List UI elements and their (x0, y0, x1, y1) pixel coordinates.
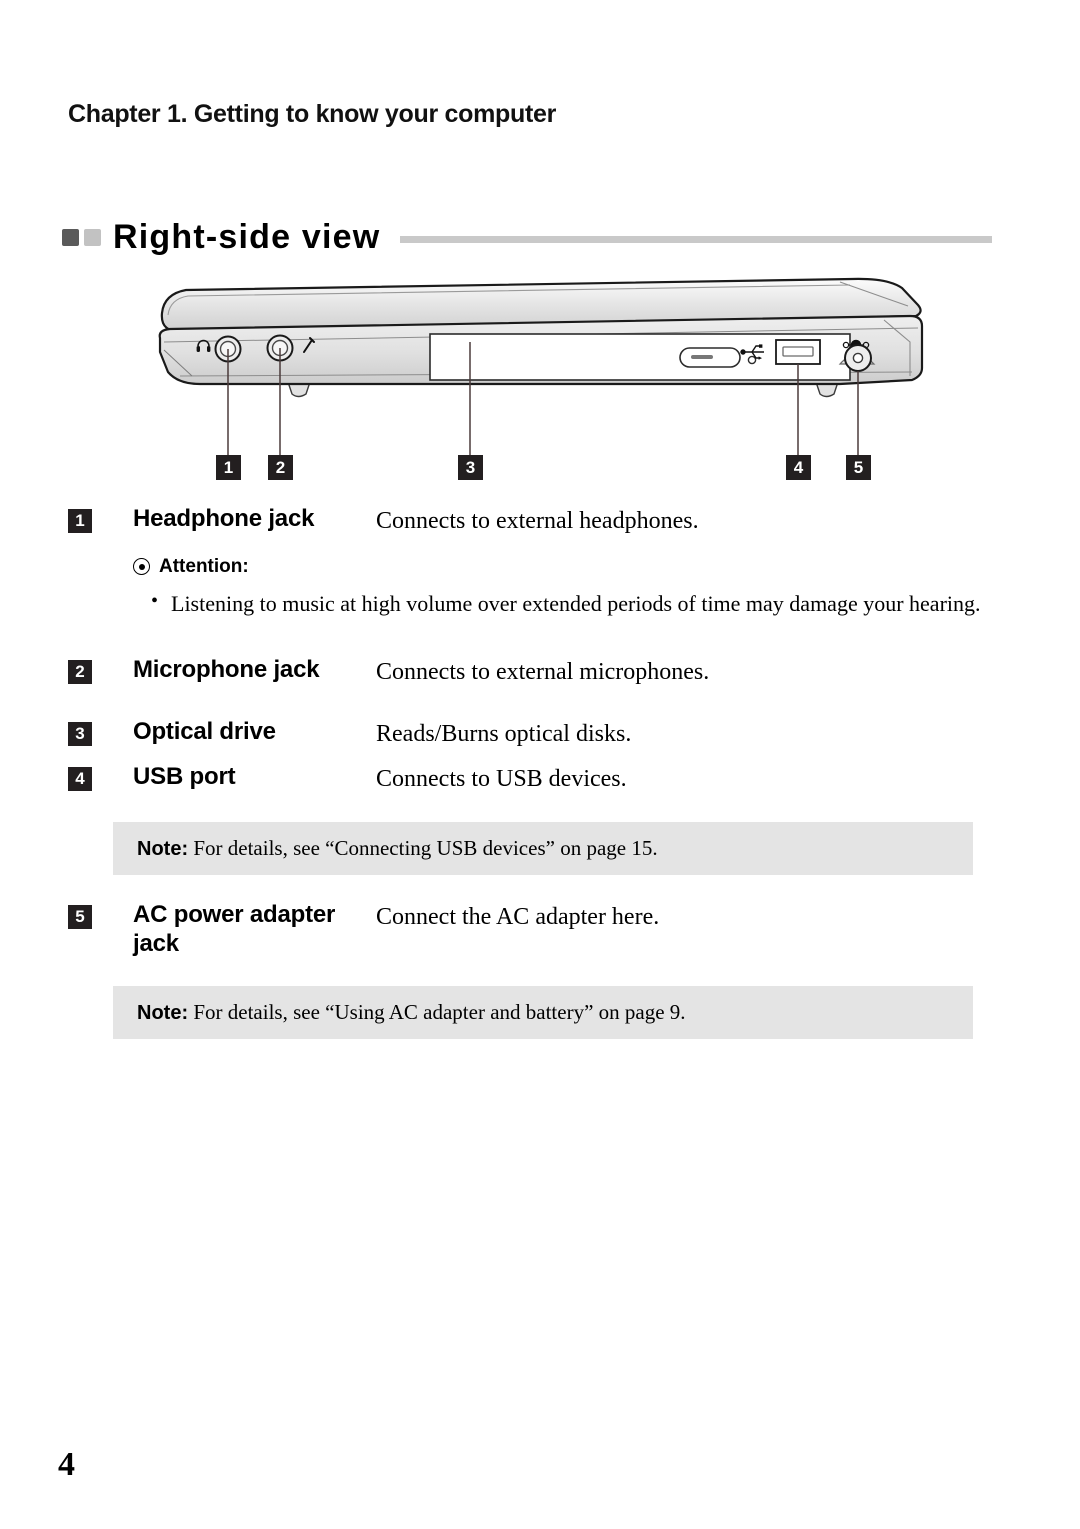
item-number-badge: 3 (68, 721, 92, 746)
item-description: Connects to external microphones. (376, 659, 710, 686)
attention-heading-text: Attention: (159, 555, 249, 577)
item-description: Connects to external headphones. (376, 508, 699, 534)
section-marker-dark-square (62, 228, 79, 246)
list-item: 4 USB port Connects to USB devices. (68, 763, 1018, 794)
callout-number-boxes: 1 2 3 4 5 (216, 455, 871, 480)
optical-drive-eject-dash (691, 355, 713, 359)
attention-bullet-list: Listening to music at high volume over e… (133, 588, 1018, 618)
list-item: 3 Optical drive Reads/Burns optical disk… (68, 718, 1018, 749)
attention-icon (133, 558, 150, 576)
list-item: 5 AC power adapter jack Connect the AC a… (68, 901, 1018, 958)
optical-drive-emergency-hole (747, 355, 757, 365)
usb-port-slot (782, 346, 814, 357)
note-text: For details, see “Connecting USB devices… (188, 836, 658, 861)
item-number-badge: 5 (68, 905, 92, 930)
attention-block: Attention: Listening to music at high vo… (133, 556, 1018, 618)
item-label: Optical drive (133, 717, 276, 745)
callout-box-3-label: 3 (466, 458, 475, 477)
list-item: 2 Microphone jack Connects to external m… (68, 656, 1018, 687)
item-label: AC power adapter jack (133, 901, 336, 957)
page-number: 4 (58, 1446, 75, 1483)
item-label: USB port (133, 762, 236, 790)
laptop-right-side-view-figure: 1 2 3 4 5 (140, 272, 930, 492)
attention-bullet: Listening to music at high volume over e… (133, 588, 1016, 618)
section-marker-light-square (84, 228, 101, 246)
item-number-badge: 4 (68, 766, 92, 791)
attention-heading: Attention: (133, 556, 1018, 578)
note-prefix: Note: (137, 838, 189, 861)
section-title-rule (400, 235, 992, 243)
ac-power-jack-inner (852, 352, 864, 364)
note-prefix: Note: (137, 1002, 189, 1025)
item-label: Microphone jack (133, 656, 320, 684)
section-title-text: Right-side view (113, 217, 381, 256)
item-number-badge: 2 (68, 660, 92, 685)
item-description: Connects to USB devices. (376, 765, 627, 792)
callout-box-5-label: 5 (854, 458, 863, 477)
port-description-list: 1 Headphone jack Connects to external he… (68, 505, 1018, 1040)
note-usb: Note: For details, see “Connecting USB d… (113, 822, 973, 876)
item-description: Connect the AC adapter here. (376, 904, 660, 931)
callout-box-2-label: 2 (276, 458, 285, 477)
item-description: Reads/Burns optical disks. (376, 720, 632, 747)
item-number-badge: 1 (68, 509, 92, 533)
list-item: 1 Headphone jack Connects to external he… (68, 505, 1018, 536)
section-title: Right-side view (62, 214, 992, 260)
callout-box-4-label: 4 (794, 458, 804, 477)
note-ac-adapter: Note: For details, see “Using AC adapter… (113, 986, 973, 1040)
item-label: Headphone jack (133, 505, 315, 532)
chapter-header: Chapter 1. Getting to know your computer (68, 100, 557, 128)
note-text: For details, see “Using AC adapter and b… (188, 1000, 686, 1025)
callout-box-1-label: 1 (224, 458, 233, 477)
